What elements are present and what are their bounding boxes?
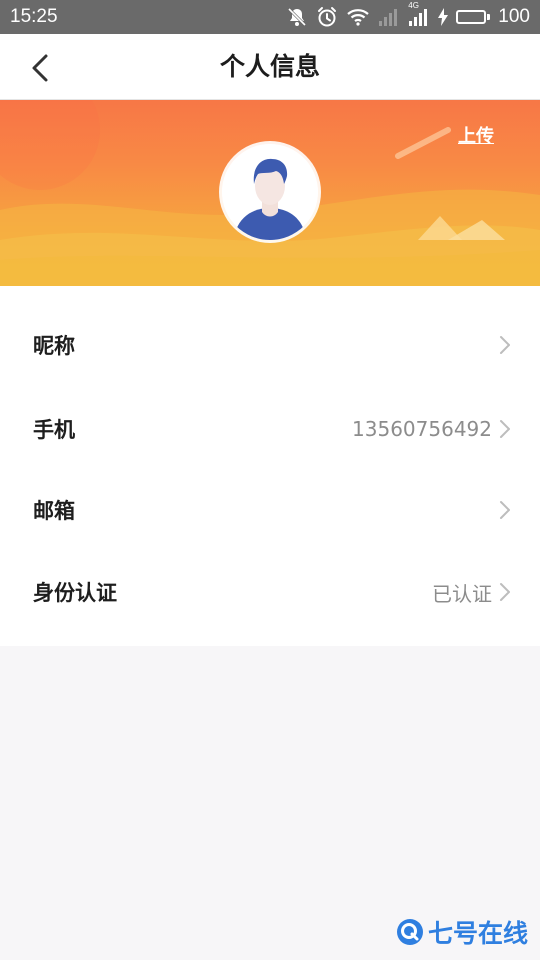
- chevron-right-icon: [500, 420, 510, 438]
- status-bar: 15:25 4G 100: [0, 0, 540, 34]
- chevron-right-icon: [500, 501, 510, 519]
- page-title: 个人信息: [219, 52, 320, 81]
- charging-icon: [438, 8, 449, 26]
- watermark-text: 七号在线: [427, 919, 528, 948]
- email-label: 邮箱: [33, 499, 75, 523]
- chevron-right-icon: [500, 336, 510, 354]
- network-type-label: 4G: [408, 1, 419, 10]
- wifi-icon: [346, 7, 370, 27]
- alarm-icon: [316, 6, 338, 28]
- email-row[interactable]: 邮箱: [0, 469, 540, 551]
- battery-icon: [456, 10, 491, 24]
- signal-weak-icon: [378, 7, 400, 27]
- identity-verification-row[interactable]: 身份认证 已认证: [0, 551, 540, 633]
- profile-info-list: 昵称 手机 13560756492 邮箱 身份认证 已认证: [0, 286, 540, 646]
- notification-off-icon: [286, 6, 308, 28]
- phone-row[interactable]: 手机 13560756492: [0, 388, 540, 470]
- default-user-avatar-icon: [222, 144, 318, 240]
- phone-label: 手机: [33, 418, 75, 442]
- chevron-right-icon: [500, 583, 510, 601]
- phone-value: 13560756492: [352, 417, 492, 441]
- avatar[interactable]: [222, 144, 318, 240]
- upload-avatar-link[interactable]: 上传: [458, 122, 494, 148]
- status-icons: 4G 100: [286, 1, 530, 28]
- battery-level: 100: [498, 6, 530, 27]
- identity-verification-label: 身份认证: [33, 581, 117, 605]
- back-button[interactable]: [18, 46, 62, 90]
- nickname-row[interactable]: 昵称: [0, 304, 540, 386]
- chevron-left-icon: [32, 54, 48, 82]
- watermark: 七号在线: [396, 914, 528, 950]
- nav-bar: 个人信息: [0, 34, 540, 100]
- signal-4g-icon: 4G: [408, 1, 430, 27]
- status-time: 15:25: [10, 6, 58, 27]
- nickname-label: 昵称: [33, 334, 75, 358]
- profile-banner: 上传: [0, 100, 540, 286]
- identity-verification-status: 已认证: [432, 581, 492, 606]
- watermark-logo-icon: [396, 919, 423, 945]
